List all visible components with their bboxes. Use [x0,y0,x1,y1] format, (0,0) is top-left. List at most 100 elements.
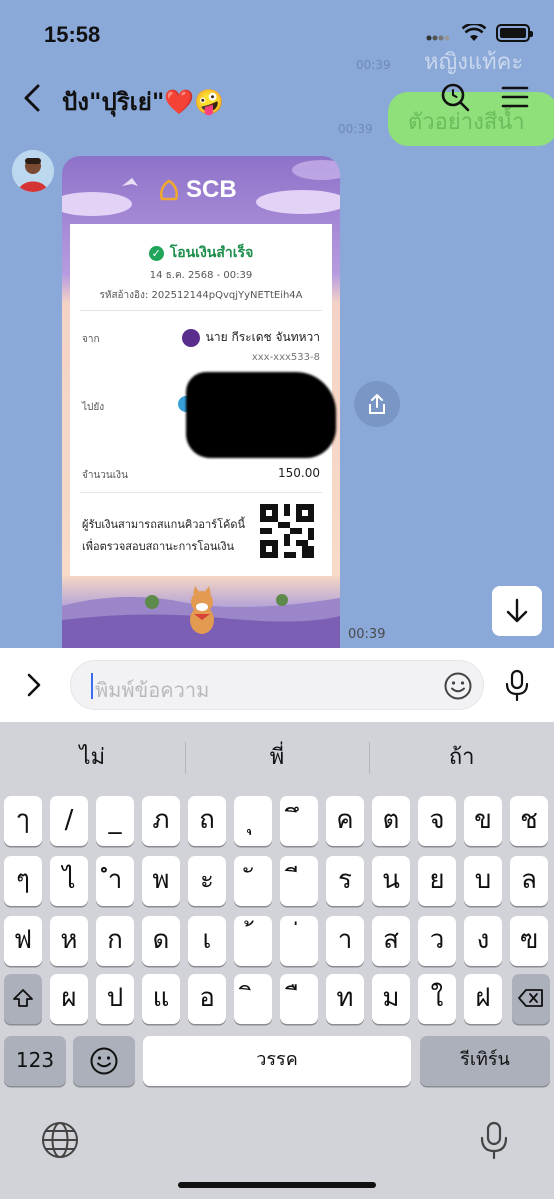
letter-key[interactable]: ย [418,856,456,906]
status-icons [426,24,533,42]
suggestion-bar: ไม่ พี่ ถ้า [0,722,554,794]
letter-key[interactable]: บ [464,856,502,906]
letter-key[interactable]: ท [326,974,364,1024]
letter-key[interactable]: ึ [280,796,318,846]
dictation-mic-icon[interactable] [474,1120,514,1160]
globe-icon[interactable] [40,1120,80,1160]
bank-icon [181,328,200,347]
return-key[interactable]: รีเทิร์น [420,1036,550,1086]
from-account-number: xxx-xxx533-8 [251,352,320,363]
letter-key[interactable]: ต [372,796,410,846]
chat-header: ปัง"ปุริเย่"❤️🤪 [0,76,554,120]
letter-key[interactable]: ล [510,856,548,906]
transfer-date: 14 ธ.ค. 2568 - 00:39 [149,270,253,281]
scroll-to-bottom-button[interactable] [492,586,542,636]
letter-key[interactable]: ๅ [4,796,42,846]
letter-key[interactable]: ข [464,796,502,846]
letter-key[interactable]: / [50,796,88,846]
shift-key[interactable] [4,974,42,1024]
letter-key[interactable]: ผ [50,974,88,1024]
letter-key[interactable]: อ [188,974,226,1024]
menu-icon[interactable] [498,80,532,114]
letter-key[interactable]: ก [96,916,134,966]
from-account-row: นาย กีระเดช จันทหวา [181,328,320,347]
letter-key[interactable]: แ [142,974,180,1024]
letter-key[interactable]: ไ [50,856,88,906]
avatar[interactable] [12,150,54,192]
letter-key[interactable]: ค [326,796,364,846]
numbers-key[interactable]: 123 [4,1036,66,1086]
letter-key[interactable]: พ [142,856,180,906]
ghost-time: 00:39 [338,122,373,136]
divider [80,310,322,311]
from-name: นาย กีระเดช จันทหวา [205,330,320,344]
to-label: ไปยัง [82,402,105,413]
scb-brand-text: SCB [186,176,237,203]
status-time: 15:58 [44,22,101,47]
letter-key[interactable]: ฟ [4,916,42,966]
transfer-slip-image[interactable]: SCB ✓ โอนเงินสำเร็จ 14 ธ.ค. 2568 - 00:39 … [62,156,340,648]
scb-logo: SCB [158,176,237,204]
letter-key[interactable]: ๆ [4,856,42,906]
letter-key[interactable]: ถ [188,796,226,846]
letter-key[interactable]: ง [464,916,502,966]
letter-key[interactable]: ป [96,974,134,1024]
letter-key[interactable]: ะ [188,856,226,906]
letter-key[interactable]: ฃ [510,916,548,966]
delete-key[interactable] [512,974,550,1024]
emoji-icon[interactable] [443,671,473,701]
suggestion-item[interactable]: ไม่ [0,722,185,794]
letter-key[interactable]: เ [188,916,226,966]
message-input[interactable]: พิมพ์ข้อความ [70,660,484,710]
transfer-status: ✓ โอนเงินสำเร็จ [70,242,332,264]
letter-key[interactable]: ใ [418,974,456,1024]
letter-key[interactable]: ่ [280,916,318,966]
thai-keyboard: ไม่ พี่ ถ้า ๅ/_ภถุึคตจขชๆไำพะัีรนยบลฟหกด… [0,722,554,1199]
letter-key[interactable]: ้ [234,916,272,966]
letter-key[interactable]: ภ [142,796,180,846]
status-bar: 15:58 [0,0,554,66]
share-button[interactable] [354,381,400,427]
chat-title: ปัง"ปุริเย่"❤️🤪 [62,88,225,116]
backspace-icon [518,989,543,1007]
message-time: 00:39 [348,627,386,642]
share-icon [369,394,385,414]
letter-key[interactable]: ุ [234,796,272,846]
letter-key[interactable]: ห [50,916,88,966]
message-placeholder: พิมพ์ข้อความ [95,678,210,702]
divider [80,492,322,493]
back-chevron-icon[interactable] [18,80,48,116]
letter-key[interactable]: ว [418,916,456,966]
letter-key[interactable]: ม [372,974,410,1024]
expand-chevron-icon[interactable] [22,670,46,700]
letter-key[interactable]: ด [142,916,180,966]
letter-key[interactable]: _ [96,796,134,846]
avatar-photo [12,150,54,192]
letter-key[interactable]: า [326,916,364,966]
microphone-icon[interactable] [502,668,532,702]
home-indicator [178,1182,376,1188]
text-cursor [91,673,93,699]
emoji-key[interactable] [73,1036,135,1086]
suggestion-item[interactable]: พี่ [184,722,370,794]
letter-key[interactable]: จ [418,796,456,846]
qr-note: ผู้รับเงินสามารถสแกนคิวอาร์โค้ดนี้เพื่อต… [82,518,246,553]
scb-logo-icon [159,179,179,201]
letter-key[interactable]: ร [326,856,364,906]
letter-key[interactable]: ส [372,916,410,966]
letter-key[interactable]: ิ [234,974,272,1024]
letter-key[interactable]: ำ [96,856,134,906]
search-icon[interactable] [438,80,472,114]
letter-key[interactable]: ั [234,856,272,906]
shift-icon [13,989,33,1007]
letter-key[interactable]: ช [510,796,548,846]
amount-label: จำนวนเงิน [82,470,128,481]
letter-key[interactable]: น [372,856,410,906]
letter-key[interactable]: ฝ [464,974,502,1024]
space-key[interactable]: วรรค [143,1036,411,1086]
letter-key[interactable]: ี [280,856,318,906]
message-input-bar: พิมพ์ข้อความ [0,648,554,722]
letter-key[interactable]: ื [280,974,318,1024]
suggestion-item[interactable]: ถ้า [369,722,554,794]
battery-icon [496,24,533,42]
